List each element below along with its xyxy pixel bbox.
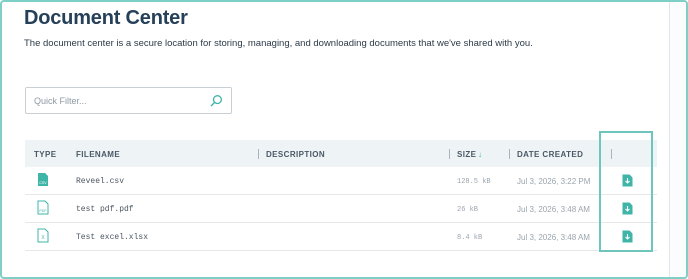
date-created-cell: Jul 3, 2026, 3:48 AM: [517, 233, 590, 242]
column-header-description[interactable]: DESCRIPTION: [266, 150, 325, 159]
column-divider[interactable]: [258, 149, 259, 159]
date-created-cell: Jul 3, 2026, 3:48 AM: [517, 205, 590, 214]
csv-file-icon: CSV: [38, 173, 48, 186]
page-description: The document center is a secure location…: [24, 38, 533, 49]
table-row[interactable]: X Test excel.xlsx 8.4 kB Jul 3, 2026, 3:…: [25, 223, 657, 251]
documents-table: TYPE FILENAME DESCRIPTION SIZE ↓ DATE CR…: [25, 140, 657, 251]
document-center-panel: Document Center The document center is a…: [0, 0, 688, 279]
table-header: TYPE FILENAME DESCRIPTION SIZE ↓ DATE CR…: [25, 140, 657, 167]
download-column-highlight: [599, 131, 653, 252]
svg-text:CSV: CSV: [39, 181, 47, 185]
column-divider[interactable]: [509, 149, 510, 159]
table-row[interactable]: PDF test pdf.pdf 26 kB Jul 3, 2026, 3:48…: [25, 195, 657, 223]
column-divider[interactable]: [449, 149, 450, 159]
search-icon[interactable]: [210, 94, 223, 107]
svg-text:PDF: PDF: [39, 209, 47, 213]
filename-cell[interactable]: test pdf.pdf: [76, 205, 134, 214]
size-cell: 26 kB: [457, 206, 479, 214]
date-created-cell: Jul 3, 2026, 3:22 PM: [517, 177, 591, 186]
filename-cell[interactable]: Reveel.csv: [76, 177, 124, 186]
quick-filter-input[interactable]: Quick Filter...: [25, 87, 232, 114]
filename-cell[interactable]: Test excel.xlsx: [76, 233, 148, 242]
scrollbar-track[interactable]: [669, 2, 686, 277]
size-cell: 8.4 kB: [457, 234, 483, 242]
excel-file-icon: X: [37, 228, 49, 243]
size-cell: 128.5 kB: [457, 178, 491, 186]
column-header-type[interactable]: TYPE: [34, 150, 57, 159]
sort-descending-icon[interactable]: ↓: [478, 150, 482, 159]
quick-filter-placeholder: Quick Filter...: [34, 96, 87, 106]
table-row[interactable]: CSV Reveel.csv 128.5 kB Jul 3, 2026, 3:2…: [25, 167, 657, 195]
column-header-filename[interactable]: FILENAME: [76, 150, 120, 159]
page-title: Document Center: [24, 7, 188, 29]
column-header-date-created[interactable]: DATE CREATED: [517, 150, 583, 159]
column-header-size[interactable]: SIZE: [457, 150, 476, 159]
pdf-file-icon: PDF: [37, 200, 49, 215]
